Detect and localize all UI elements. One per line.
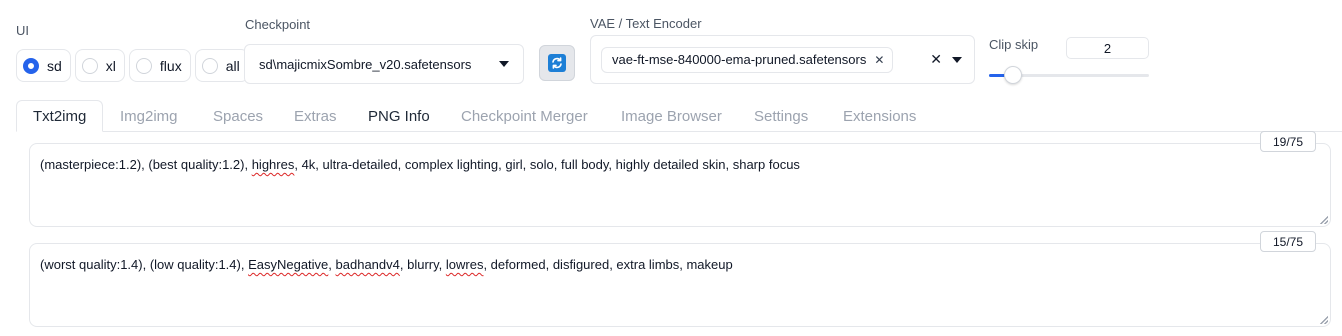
- tab-extras[interactable]: Extras: [278, 100, 353, 132]
- remove-chip-icon[interactable]: ✕: [874, 53, 884, 67]
- vae-label: VAE / Text Encoder: [590, 16, 702, 31]
- resize-handle-icon[interactable]: [1320, 316, 1328, 324]
- ui-label: UI: [16, 23, 29, 38]
- negative-text: badhandv4: [335, 257, 400, 272]
- tab-settings[interactable]: Settings: [738, 100, 824, 132]
- tab-txt2img[interactable]: Txt2img: [16, 100, 104, 132]
- slider-thumb[interactable]: [1003, 66, 1022, 84]
- chevron-down-icon: [499, 61, 509, 67]
- ui-radio-group: sd xl flux all: [16, 49, 249, 82]
- prompt-text: , 4k, ultra-detailed, complex lighting, …: [294, 157, 800, 172]
- negative-text: EasyNegative: [248, 257, 329, 272]
- negative-text: ,: [328, 257, 336, 272]
- ui-option-label: sd: [47, 57, 62, 74]
- clip-skip-label: Clip skip: [989, 37, 1039, 52]
- negative-token-counter: 15/75: [1260, 231, 1316, 252]
- negative-prompt-textarea[interactable]: (worst quality:1.4), (low quality:1.4), …: [29, 243, 1331, 327]
- vae-multiselect[interactable]: vae-ft-mse-840000-ema-pruned.safetensors…: [590, 35, 975, 84]
- prompt-text: (masterpiece:1.2), (best quality:1.2),: [40, 157, 252, 172]
- vae-chip-label: vae-ft-mse-840000-ema-pruned.safetensors: [612, 52, 867, 67]
- negative-text: , deformed, disfigured, extra limbs, mak…: [483, 257, 733, 272]
- radio-unchecked-icon[interactable]: [201, 57, 218, 74]
- checkpoint-value: sd\majicmixSombre_v20.safetensors: [259, 56, 472, 72]
- main-tabs: Txt2img Img2img Spaces Extras PNG Info C…: [16, 100, 1342, 132]
- tab-spaces[interactable]: Spaces: [197, 100, 279, 132]
- radio-checked-icon[interactable]: [23, 57, 39, 74]
- chevron-down-icon[interactable]: [952, 56, 962, 63]
- clear-selection-icon[interactable]: ✕: [930, 51, 942, 68]
- ui-option-label: flux: [159, 57, 182, 74]
- negative-text: (worst quality:1.4), (low quality:1.4),: [40, 257, 249, 272]
- tab-img2img[interactable]: Img2img: [104, 100, 194, 132]
- refresh-icon: [548, 54, 566, 72]
- ui-option-label: all: [225, 57, 240, 74]
- refresh-checkpoint-button[interactable]: [539, 45, 575, 81]
- tab-png-info[interactable]: PNG Info: [352, 100, 446, 132]
- vae-selected-chip: vae-ft-mse-840000-ema-pruned.safetensors…: [601, 46, 894, 73]
- negative-text: , blurry,: [399, 257, 446, 272]
- tab-checkpoint-merger[interactable]: Checkpoint Merger: [445, 100, 604, 132]
- ui-option-all[interactable]: all: [194, 49, 249, 82]
- negative-text: lowres: [445, 257, 484, 272]
- prompt-textarea[interactable]: (masterpiece:1.2), (best quality:1.2), h…: [29, 143, 1331, 227]
- resize-handle-icon[interactable]: [1320, 216, 1328, 224]
- ui-option-xl[interactable]: xl: [74, 49, 125, 82]
- tab-image-browser[interactable]: Image Browser: [605, 100, 738, 132]
- radio-unchecked-icon[interactable]: [135, 57, 152, 74]
- clip-skip-slider[interactable]: [989, 66, 1149, 84]
- ui-option-flux[interactable]: flux: [128, 49, 191, 82]
- checkpoint-label: Checkpoint: [245, 17, 311, 32]
- radio-unchecked-icon[interactable]: [81, 57, 98, 74]
- ui-option-label: xl: [105, 57, 116, 74]
- ui-option-sd[interactable]: sd: [16, 49, 71, 82]
- tab-extensions[interactable]: Extensions: [827, 100, 932, 132]
- prompt-text: highres: [251, 157, 295, 172]
- checkpoint-dropdown[interactable]: sd\majicmixSombre_v20.safetensors: [244, 44, 524, 84]
- prompt-token-counter: 19/75: [1260, 131, 1316, 152]
- clip-skip-input[interactable]: 2: [1066, 37, 1149, 59]
